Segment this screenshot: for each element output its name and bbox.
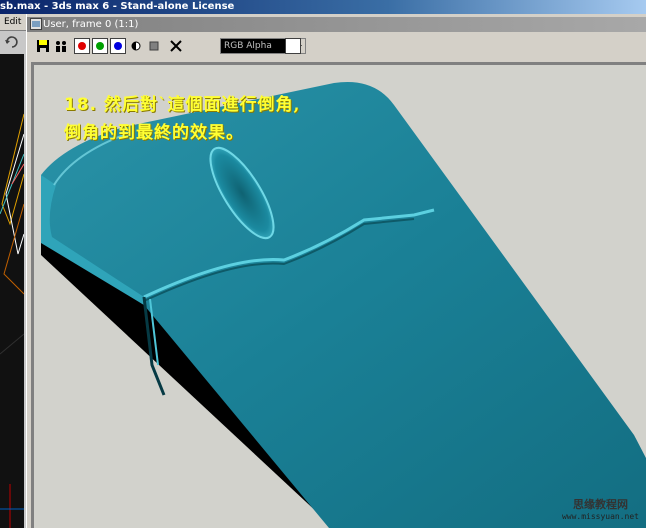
menu-edit[interactable]: Edit — [0, 14, 26, 31]
render-toolbar: RGB Alpha — [27, 34, 646, 60]
left-strip: Edit — [0, 14, 26, 528]
watermark: 思缘教程网 www.missyuan.net — [562, 498, 639, 522]
blue-channel-icon — [114, 42, 122, 50]
green-channel-icon — [96, 42, 104, 50]
viewport-sliver[interactable] — [0, 54, 24, 528]
blue-channel-button[interactable] — [110, 38, 126, 54]
monochrome-icon[interactable] — [146, 38, 162, 54]
render-canvas[interactable]: 18. 然后對`這個面進行倒角, 倒角的到最終的效果。 思缘教程网 www.mi… — [34, 65, 646, 528]
window-title: User, frame 0 (1:1) — [43, 19, 139, 30]
save-icon[interactable] — [35, 38, 51, 54]
undo-icon[interactable] — [4, 35, 20, 49]
app-titlebar: sb.max - 3ds max 6 - Stand-alone License — [0, 0, 646, 14]
app-title: sb.max - 3ds max 6 - Stand-alone License — [0, 1, 235, 12]
rendered-frame-window: User, frame 0 (1:1) RGB Alpha 18. 然后對`這個… — [26, 14, 646, 528]
tutorial-caption: 18. 然后對`這個面進行倒角, 倒角的到最終的效果。 — [64, 91, 424, 147]
window-icon — [30, 18, 42, 30]
watermark-url: www.missyuan.net — [561, 512, 639, 521]
caption-line-1: 18. 然后對`這個面進行倒角, — [64, 91, 424, 119]
background-color-swatch[interactable] — [285, 38, 301, 54]
red-channel-button[interactable] — [74, 38, 90, 54]
alpha-channel-icon[interactable] — [128, 38, 144, 54]
step-number: 18. — [64, 95, 98, 115]
channel-value: RGB Alpha — [224, 41, 272, 51]
clear-icon[interactable] — [168, 38, 184, 54]
render-canvas-frame: 18. 然后對`這個面進行倒角, 倒角的到最終的效果。 思缘教程网 www.mi… — [31, 62, 646, 528]
red-channel-icon — [78, 42, 86, 50]
window-titlebar[interactable]: User, frame 0 (1:1) — [27, 17, 646, 32]
caption-text-1: 然后對`這個面進行倒角, — [104, 95, 301, 115]
caption-line-2: 倒角的到最終的效果。 — [64, 123, 244, 143]
watermark-name: 思缘教程网 — [572, 498, 628, 511]
clone-icon[interactable] — [53, 38, 69, 54]
green-channel-button[interactable] — [92, 38, 108, 54]
